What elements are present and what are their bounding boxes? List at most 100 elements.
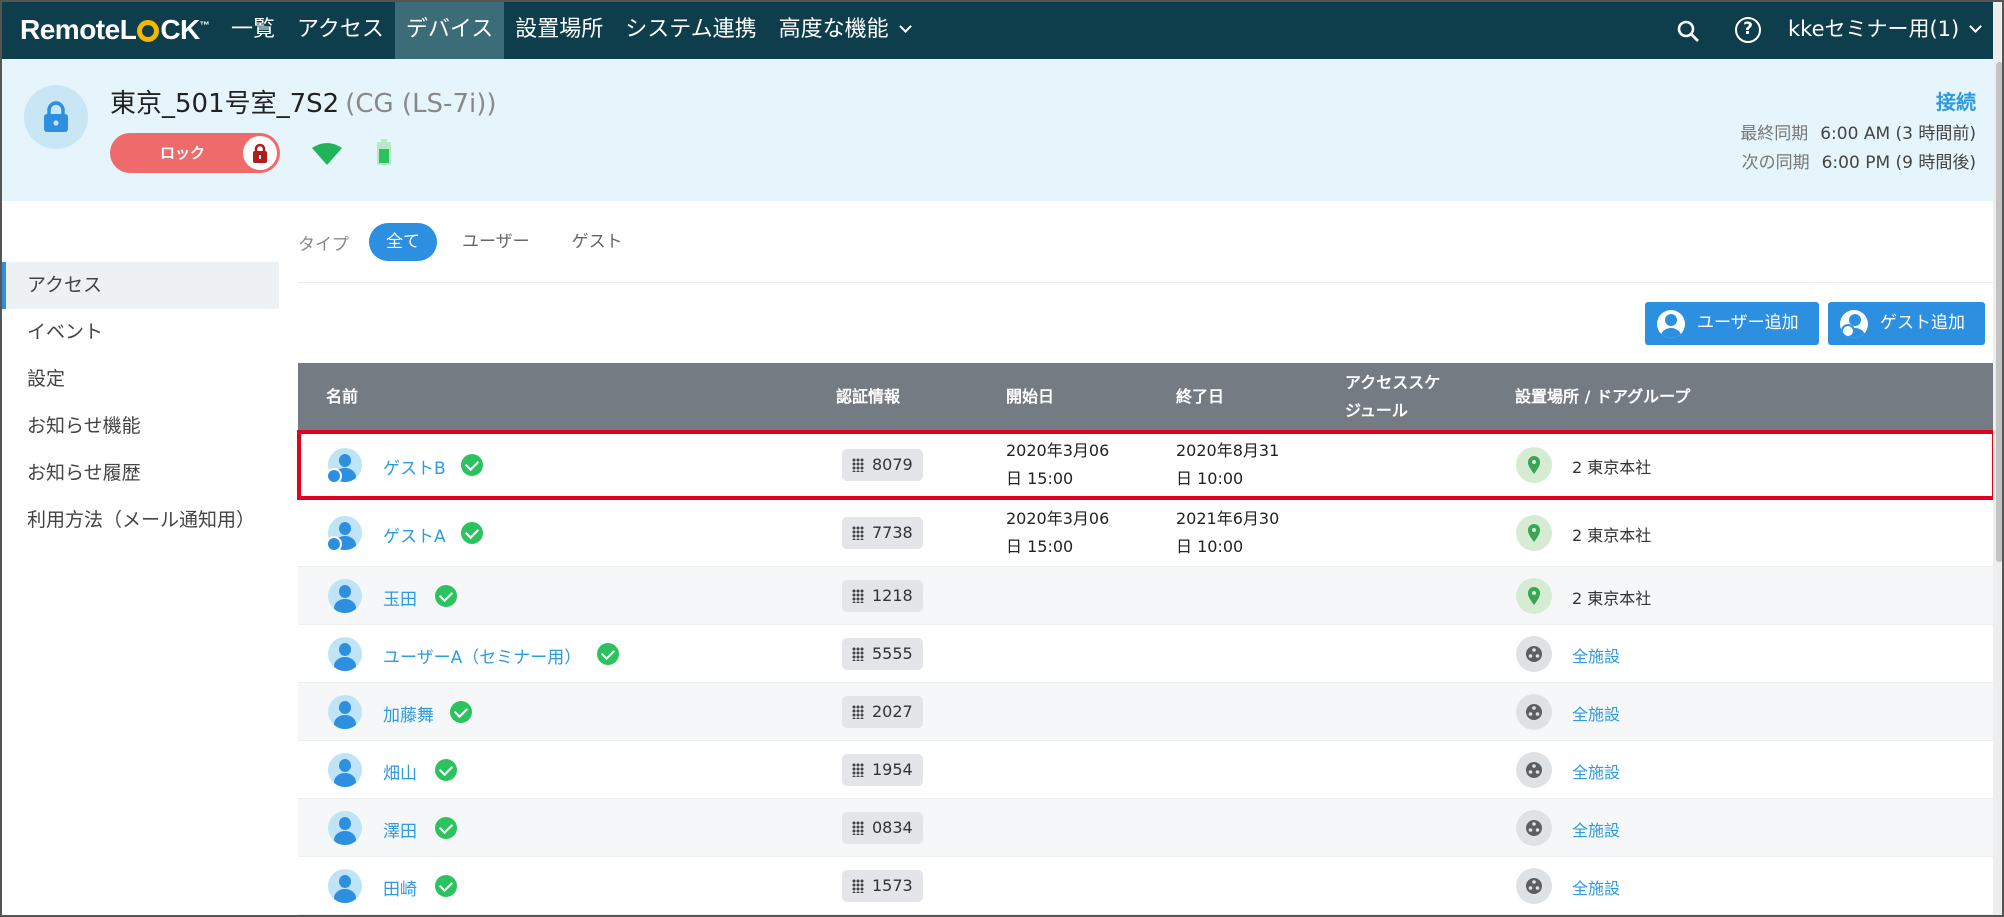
lock-toggle-label: ロック — [160, 144, 206, 162]
col-end[interactable]: 終了日 — [1176, 363, 1224, 431]
search-icon[interactable] — [1676, 19, 1700, 43]
access-name-link[interactable]: ゲストA — [383, 522, 446, 547]
pin-code: 7738 — [842, 517, 923, 549]
check-icon — [461, 522, 483, 544]
table-row[interactable]: ゲストA 7738 2020年3月06 日 15:00 2021年6月30 日 10… — [298, 499, 1995, 567]
user-avatar-icon — [328, 811, 362, 845]
pin-code: 1573 — [842, 870, 923, 902]
account-menu[interactable]: kkeセミナー用(1) — [1788, 2, 1983, 59]
scrollbar[interactable] — [1993, 2, 2002, 915]
nav-item-list[interactable]: 一覧 — [220, 2, 286, 59]
map-pin-icon — [1516, 447, 1552, 483]
type-filter-label: タイプ — [298, 234, 349, 255]
wifi-signal-icon — [312, 143, 342, 165]
nav-item-advanced[interactable]: 高度な機能 — [768, 2, 921, 59]
location-link[interactable]: 全施設 — [1572, 759, 1620, 783]
remotelock-logo[interactable]: RemoteL CK™ — [20, 14, 210, 46]
location-text: 2 東京本社 — [1572, 526, 1652, 545]
last-sync: 最終同期 6:00 AM (3 時間前) — [1740, 124, 1976, 144]
scrollbar-thumb[interactable] — [1996, 62, 2002, 562]
check-icon — [435, 817, 457, 839]
nav-item-locations[interactable]: 設置場所 — [504, 2, 614, 59]
user-avatar-icon — [328, 695, 362, 729]
access-name-link[interactable]: ユーザーA（セミナー用） — [383, 643, 581, 668]
end-date: 2020年8月31 日 10:00 — [1176, 441, 1280, 488]
access-name-link[interactable]: 畑山 — [383, 759, 417, 784]
device-title: 東京_501号室_7S2 (CG (LS-7i)) — [110, 89, 497, 119]
lock-toggle-button[interactable]: ロック — [110, 133, 280, 173]
user-add-icon — [1657, 310, 1685, 338]
map-pin-icon — [1516, 515, 1552, 551]
check-icon — [435, 759, 457, 781]
top-navbar: RemoteL CK™ 一覧 アクセス デバイス 設置場所 システム連携 高度な機… — [2, 2, 2002, 59]
type-filter: タイプ 全て ユーザー ゲスト — [298, 222, 648, 262]
next-sync: 次の同期 6:00 PM (9 時間後) — [1741, 153, 1976, 173]
table-row[interactable]: 田崎 1573 全施設 — [298, 857, 1995, 915]
keypad-icon — [852, 879, 864, 893]
keypad-icon — [852, 821, 864, 835]
col-name[interactable]: 名前 — [326, 363, 358, 431]
table-row[interactable]: 畑山 1954 全施設 — [298, 741, 1995, 799]
access-name-link[interactable]: 田崎 — [383, 875, 417, 900]
help-icon[interactable]: ? — [1735, 17, 1761, 43]
chevron-down-icon — [1969, 20, 1983, 33]
tab-all[interactable]: 全て — [369, 223, 437, 261]
access-name-link[interactable]: 玉田 — [383, 585, 417, 610]
access-name-link[interactable]: 澤田 — [383, 817, 417, 842]
end-date: 2021年6月30 日 10:00 — [1176, 509, 1280, 556]
start-date: 2020年3月06 日 15:00 — [1006, 509, 1110, 556]
account-name: kkeセミナー用(1) — [1788, 17, 1960, 41]
guest-add-icon — [1840, 310, 1868, 338]
table-row[interactable]: ユーザーA（セミナー用） 5555 全施設 — [298, 625, 1995, 683]
device-header: 東京_501号室_7S2 (CG (LS-7i)) ロック 接続 最終同期 6:00… — [2, 59, 2002, 201]
table-row[interactable]: ゲストB 8079 2020年3月06 日 15:00 2020年8月31 日 10… — [297, 430, 1996, 500]
pin-code: 0834 — [842, 812, 923, 844]
add-guest-button[interactable]: ゲスト追加 — [1828, 302, 1985, 345]
all-facilities-icon — [1516, 636, 1552, 672]
sidebar-item-usage-mail[interactable]: 利用方法（メール通知用） — [2, 497, 279, 544]
keypad-icon — [852, 647, 864, 661]
sidebar-item-settings[interactable]: 設定 — [2, 356, 279, 403]
nav-item-devices[interactable]: デバイス — [394, 2, 505, 59]
check-icon — [435, 875, 457, 897]
divider — [298, 282, 1993, 283]
access-name-link[interactable]: 加藤舞 — [383, 701, 434, 726]
tab-users[interactable]: ユーザー — [445, 223, 547, 261]
table-row[interactable]: 玉田 1218 2 東京本社 — [298, 567, 1995, 625]
location-link[interactable]: 全施設 — [1572, 701, 1620, 725]
location-link[interactable]: 全施設 — [1572, 643, 1620, 667]
add-user-button[interactable]: ユーザー追加 — [1645, 302, 1819, 345]
user-avatar-icon — [328, 753, 362, 787]
location-link[interactable]: 全施設 — [1572, 817, 1620, 841]
user-avatar-icon — [328, 637, 362, 671]
sidebar-item-events[interactable]: イベント — [2, 309, 279, 356]
guest-avatar-icon — [326, 516, 362, 552]
table-row[interactable]: 澤田 0834 全施設 — [298, 799, 1995, 857]
check-icon — [461, 454, 483, 476]
access-name-link[interactable]: ゲストB — [383, 454, 446, 479]
keypad-icon — [852, 589, 864, 603]
nav-item-access[interactable]: アクセス — [286, 2, 395, 59]
pin-code: 1218 — [842, 580, 923, 612]
location-link[interactable]: 全施設 — [1572, 875, 1620, 899]
check-icon — [597, 643, 619, 665]
device-lock-icon — [24, 85, 88, 149]
nav-item-integrations[interactable]: システム連携 — [614, 2, 767, 59]
tab-guests[interactable]: ゲスト — [555, 223, 640, 261]
all-facilities-icon — [1516, 694, 1552, 730]
table-row[interactable]: 加藤舞 2027 全施設 — [298, 683, 1995, 741]
logo-ring-icon — [137, 20, 160, 42]
access-table: 名前 認証情報 開始日 終了日 アクセススケジュール 設置場所 / ドアグループ… — [297, 363, 1996, 915]
keypad-icon — [852, 763, 864, 777]
sidebar-item-notification-history[interactable]: お知らせ履歴 — [2, 450, 279, 497]
sidebar-item-notifications[interactable]: お知らせ機能 — [2, 403, 279, 450]
sidebar: アクセス イベント 設定 お知らせ機能 お知らせ履歴 利用方法（メール通知用） — [2, 262, 279, 544]
col-start[interactable]: 開始日 — [1006, 363, 1054, 431]
location-text: 2 東京本社 — [1572, 589, 1652, 608]
nav-item-advanced-label: 高度な機能 — [778, 17, 889, 42]
table-header: 名前 認証情報 開始日 終了日 アクセススケジュール 設置場所 / ドアグループ — [298, 363, 1995, 431]
map-pin-icon — [1516, 578, 1552, 614]
location-text: 2 東京本社 — [1572, 458, 1652, 477]
sidebar-item-access[interactable]: アクセス — [2, 262, 279, 309]
all-facilities-icon — [1516, 752, 1552, 788]
